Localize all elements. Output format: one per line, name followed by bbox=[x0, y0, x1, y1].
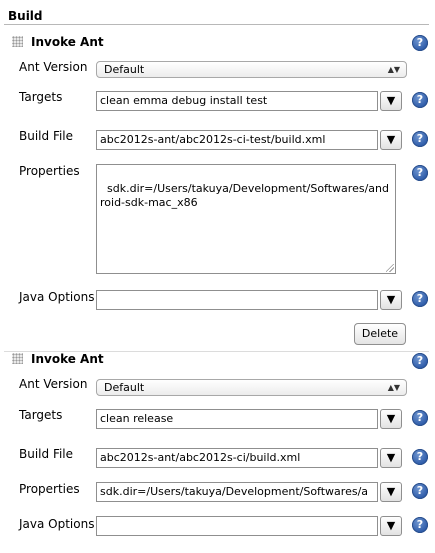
targets-label: Targets bbox=[19, 90, 63, 104]
build-file-combo: abc2012s-ant/abc2012s-ci/build.xml ▼ bbox=[96, 448, 407, 468]
java-options-input[interactable] bbox=[96, 290, 378, 310]
chevron-down-icon: ▼ bbox=[386, 412, 396, 425]
block-title: Invoke Ant bbox=[31, 35, 104, 49]
section-header: Build bbox=[4, 6, 429, 25]
help-icon[interactable]: ? bbox=[412, 92, 428, 108]
delete-button[interactable]: Delete bbox=[354, 323, 406, 345]
ant-version-select[interactable]: Default ▲▼ bbox=[96, 61, 407, 78]
select-arrows-icon: ▲▼ bbox=[387, 65, 400, 74]
chevron-down-icon: ▼ bbox=[386, 519, 396, 532]
build-file-label: Build File bbox=[19, 447, 74, 461]
help-icon[interactable]: ? bbox=[412, 353, 428, 369]
help-icon[interactable]: ? bbox=[412, 165, 428, 181]
ant-version-value: Default bbox=[104, 381, 145, 394]
help-icon[interactable]: ? bbox=[412, 35, 428, 51]
chevron-down-icon: ▼ bbox=[386, 133, 396, 146]
targets-dropdown-button[interactable]: ▼ bbox=[380, 91, 402, 111]
resize-handle-icon[interactable] bbox=[386, 264, 394, 272]
select-arrows-icon: ▲▼ bbox=[387, 383, 400, 392]
java-options-label: Java Options bbox=[19, 517, 95, 531]
java-options-dropdown-button[interactable]: ▼ bbox=[380, 290, 402, 310]
ant-version-value: Default bbox=[104, 63, 145, 76]
properties-dropdown-button[interactable]: ▼ bbox=[380, 482, 402, 502]
build-file-label: Build File bbox=[19, 129, 74, 143]
targets-combo: clean release ▼ bbox=[96, 409, 407, 429]
properties-combo: sdk.dir=/Users/takuya/Development/Softwa… bbox=[96, 482, 407, 502]
drag-handle-icon[interactable] bbox=[12, 353, 23, 364]
help-icon[interactable]: ? bbox=[412, 483, 428, 499]
ant-version-label: Ant Version bbox=[19, 377, 88, 391]
chevron-down-icon: ▼ bbox=[386, 451, 396, 464]
build-file-dropdown-button[interactable]: ▼ bbox=[380, 448, 402, 468]
targets-input[interactable]: clean release bbox=[96, 409, 378, 429]
properties-input[interactable]: sdk.dir=/Users/takuya/Development/Softwa… bbox=[96, 482, 378, 502]
properties-label: Properties bbox=[19, 164, 80, 178]
chevron-down-icon: ▼ bbox=[386, 293, 396, 306]
section-title: Build bbox=[8, 9, 43, 23]
java-options-combo: ▼ bbox=[96, 290, 407, 310]
build-file-input[interactable]: abc2012s-ant/abc2012s-ci/build.xml bbox=[96, 448, 378, 468]
targets-dropdown-button[interactable]: ▼ bbox=[380, 409, 402, 429]
help-icon[interactable]: ? bbox=[412, 410, 428, 426]
drag-handle-icon[interactable] bbox=[12, 36, 23, 47]
ant-version-select[interactable]: Default ▲▼ bbox=[96, 379, 407, 396]
help-icon[interactable]: ? bbox=[412, 131, 428, 147]
build-file-combo: abc2012s-ant/abc2012s-ci-test/build.xml … bbox=[96, 130, 407, 150]
properties-value: sdk.dir=/Users/takuya/Development/Softwa… bbox=[100, 182, 389, 209]
java-options-dropdown-button[interactable]: ▼ bbox=[380, 516, 402, 536]
targets-input[interactable]: clean emma debug install test bbox=[96, 91, 378, 111]
block-title: Invoke Ant bbox=[31, 352, 104, 366]
help-icon[interactable]: ? bbox=[412, 517, 428, 533]
java-options-combo: ▼ bbox=[96, 516, 407, 536]
ant-version-label: Ant Version bbox=[19, 60, 88, 74]
chevron-down-icon: ▼ bbox=[386, 485, 396, 498]
build-file-dropdown-button[interactable]: ▼ bbox=[380, 130, 402, 150]
properties-label: Properties bbox=[19, 482, 80, 496]
targets-label: Targets bbox=[19, 408, 63, 422]
help-icon[interactable]: ? bbox=[412, 291, 428, 307]
properties-textarea[interactable]: sdk.dir=/Users/takuya/Development/Softwa… bbox=[96, 164, 396, 274]
java-options-input[interactable] bbox=[96, 516, 378, 536]
java-options-label: Java Options bbox=[19, 290, 95, 304]
build-file-input[interactable]: abc2012s-ant/abc2012s-ci-test/build.xml bbox=[96, 130, 378, 150]
chevron-down-icon: ▼ bbox=[386, 94, 396, 107]
targets-combo: clean emma debug install test ▼ bbox=[96, 91, 407, 111]
help-icon[interactable]: ? bbox=[412, 449, 428, 465]
